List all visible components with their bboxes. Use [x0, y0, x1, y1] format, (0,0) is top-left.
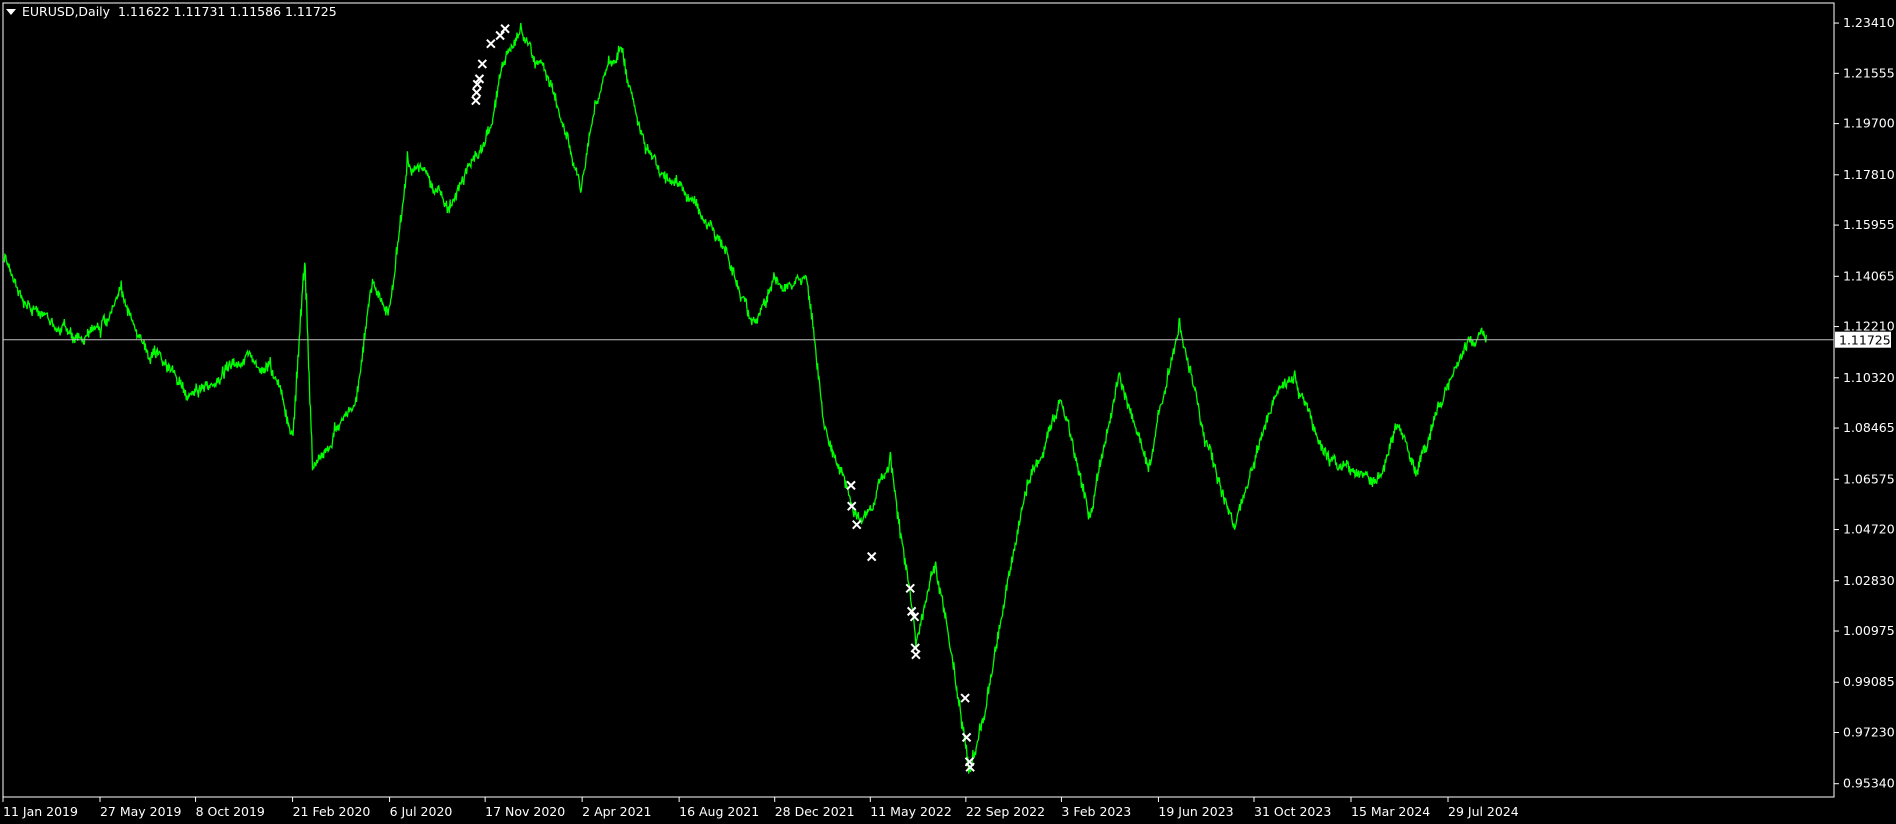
- x-marker: [486, 38, 496, 49]
- price-chart[interactable]: 1.23410 1.21555 1.19700 1.17810 1.15955 1.140…: [0, 0, 1896, 820]
- x-tick-label: 28 Dec 2021: [775, 804, 855, 819]
- x-tick-label: 11 May 2022: [870, 804, 952, 819]
- x-tick-label: 16 Aug 2021: [679, 804, 759, 819]
- y-tick-label: 1.10320: [1843, 370, 1895, 385]
- y-tick-label: 1.00975: [1843, 623, 1895, 638]
- x-tick-label: 6 Jul 2020: [390, 804, 453, 819]
- y-tick-label: 1.12210: [1843, 319, 1895, 334]
- x-tick-label: 29 Jul 2024: [1448, 804, 1519, 819]
- x-tick-label: 15 Mar 2024: [1351, 804, 1430, 819]
- x-marker: [500, 24, 510, 34]
- y-tick-label: 0.99085: [1843, 674, 1895, 689]
- x-marker: [471, 87, 482, 98]
- y-tick-label: 1.21555: [1843, 65, 1895, 80]
- x-marker: [471, 95, 481, 106]
- x-marker: [867, 551, 877, 562]
- x-tick-label: 8 Oct 2019: [196, 804, 265, 819]
- y-tick-label: 1.23410: [1843, 15, 1895, 30]
- ohlc-values: 1.11622 1.11731 1.11586 1.11725: [118, 4, 337, 19]
- chart-area[interactable]: 1.23410 1.21555 1.19700 1.17810 1.15955 1.140…: [0, 0, 1896, 820]
- plot-frame: [2, 2, 1835, 798]
- x-marker: [495, 30, 505, 41]
- y-tick-label: 1.02830: [1843, 573, 1895, 588]
- x-marker: [852, 519, 862, 530]
- current-price-label: 1.11725: [1839, 333, 1891, 348]
- chart-header: EURUSD,Daily 1.11622 1.11731 1.11586 1.1…: [4, 4, 337, 19]
- y-tick-label: 1.17810: [1843, 167, 1895, 182]
- x-marker: [911, 650, 921, 660]
- y-tick-label: 0.95340: [1843, 776, 1895, 791]
- x-tick-label: 3 Feb 2023: [1061, 804, 1131, 819]
- y-tick-label: 1.08465: [1843, 420, 1895, 435]
- x-marker: [846, 480, 856, 491]
- chevron-down-icon[interactable]: [6, 8, 16, 15]
- y-tick-label: 1.19700: [1843, 116, 1895, 131]
- x-tick-label: 21 Feb 2020: [293, 804, 371, 819]
- symbol-label: EURUSD,Daily: [22, 4, 111, 19]
- price-line-series: [2, 22, 1487, 774]
- x-tick-label: 2 Apr 2021: [582, 804, 651, 819]
- x-tick-label: 11 Jan 2019: [3, 804, 78, 819]
- y-tick-label: 1.06575: [1843, 471, 1895, 486]
- x-tick-label: 31 Oct 2023: [1254, 804, 1331, 819]
- y-tick-label: 0.97230: [1843, 725, 1895, 740]
- y-tick-label: 1.04720: [1843, 522, 1895, 537]
- x-tick-label: 17 Nov 2020: [485, 804, 565, 819]
- x-tick-label: 27 May 2019: [100, 804, 182, 819]
- x-tick-label: 22 Sep 2022: [966, 804, 1045, 819]
- y-tick-label: 1.14065: [1843, 268, 1895, 283]
- x-marker: [477, 59, 487, 69]
- x-marker: [960, 693, 970, 703]
- y-tick-label: 1.15955: [1843, 217, 1895, 232]
- x-tick-label: 19 Jun 2023: [1158, 804, 1233, 819]
